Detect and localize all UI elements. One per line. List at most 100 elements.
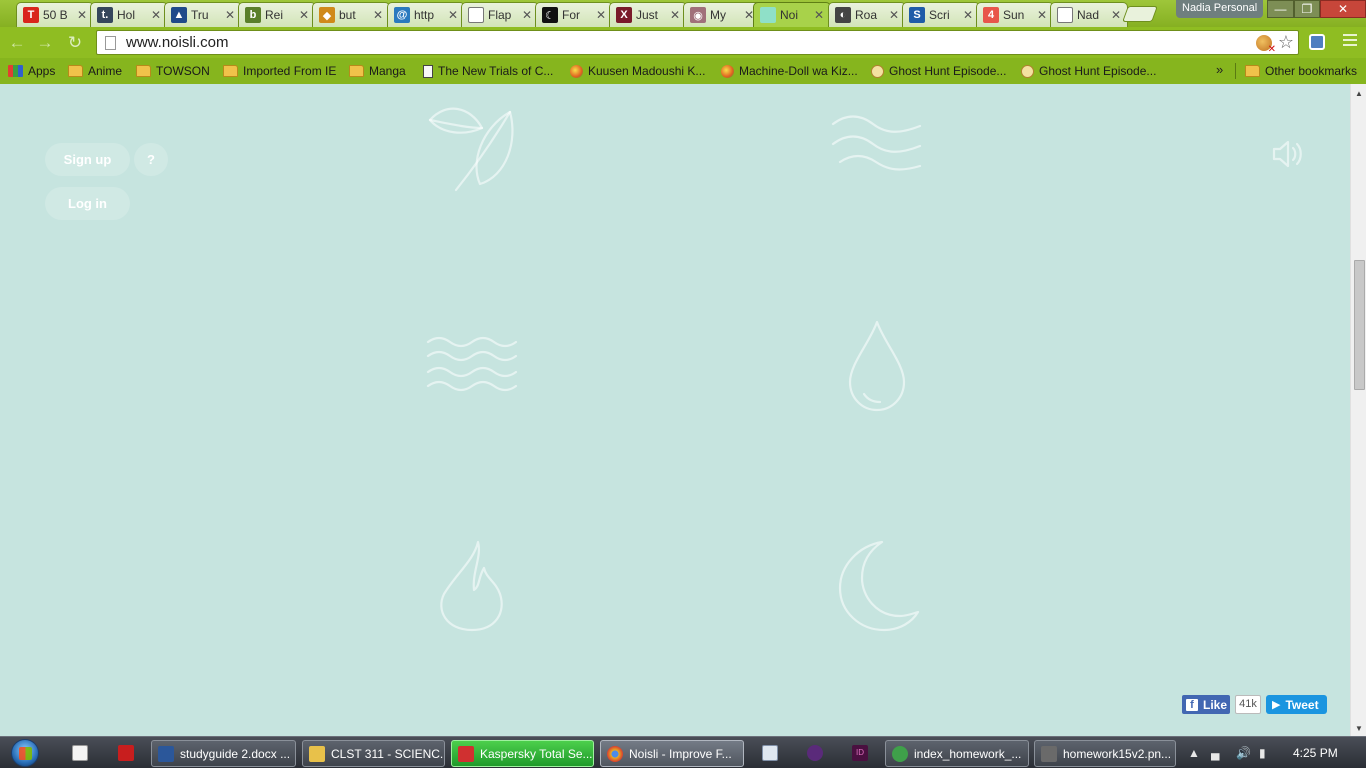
address-bar[interactable]: www.noisli.com ☆	[96, 30, 1299, 55]
volume-icon[interactable]	[1270, 138, 1306, 170]
tab-close-icon[interactable]: ✕	[223, 8, 237, 22]
tab-label: Flap	[488, 8, 512, 22]
tab-favicon-icon	[760, 7, 776, 23]
speaker-icon[interactable]: 🔊	[1236, 746, 1251, 760]
browser-tab[interactable]: ◉ My ✕	[683, 2, 761, 27]
tweet-button[interactable]: ▶ Tweet	[1266, 695, 1327, 714]
taskbar-item-clst[interactable]: CLST 311 - SCIENC...	[302, 740, 445, 767]
browser-tab[interactable]: X Just ✕	[609, 2, 687, 27]
quicklaunch-document-icon[interactable]	[72, 745, 88, 761]
tab-close-icon[interactable]: ✕	[1035, 8, 1049, 22]
moon-icon[interactable]	[832, 536, 926, 636]
browser-tab[interactable]: @ http ✕	[387, 2, 465, 27]
tab-close-icon[interactable]: ✕	[812, 8, 826, 22]
tab-close-icon[interactable]: ✕	[1109, 8, 1123, 22]
acrobat-icon[interactable]	[118, 745, 134, 761]
vertical-scrollbar[interactable]: ▲ ▼	[1350, 84, 1366, 736]
calculator-icon[interactable]	[762, 745, 778, 761]
log-in-button[interactable]: Log in	[45, 187, 130, 220]
site-icon	[570, 64, 583, 78]
tab-close-icon[interactable]: ✕	[668, 8, 682, 22]
browser-tab[interactable]: Nad ✕	[1050, 2, 1128, 27]
task-label: Noisli - Improve F...	[629, 746, 732, 761]
tab-favicon-icon: @	[394, 7, 410, 23]
new-tab-button[interactable]	[1122, 6, 1158, 22]
folder-icon	[223, 65, 238, 77]
back-arrow-icon[interactable]: ←	[7, 33, 27, 53]
like-label: Like	[1203, 697, 1228, 712]
tab-close-icon[interactable]: ✕	[75, 8, 89, 22]
water-drop-icon[interactable]	[842, 318, 912, 414]
bookmark-label: Ghost Hunt Episode...	[1039, 64, 1157, 78]
tab-close-icon[interactable]: ✕	[961, 8, 975, 22]
tab-close-icon[interactable]: ✕	[887, 8, 901, 22]
blocked-extension-icon[interactable]	[1256, 35, 1276, 55]
app-circle-icon[interactable]	[807, 745, 823, 761]
leaf-icon[interactable]	[420, 98, 520, 193]
maximize-button[interactable]: ❐	[1294, 0, 1320, 18]
reload-icon[interactable]: ↻	[65, 33, 85, 53]
taskbar-item-homework15v2[interactable]: homework15v2.pn...	[1034, 740, 1176, 767]
bookmarks-overflow-button[interactable]: »	[1216, 62, 1223, 77]
bookmark-apps[interactable]: Apps	[8, 62, 55, 80]
bookmark-manga[interactable]: Manga	[349, 62, 406, 80]
minimize-button[interactable]: —	[1267, 0, 1294, 18]
twitter-bird-icon: ▶	[1272, 699, 1281, 711]
signal-bars-icon[interactable]: ▄	[1211, 746, 1220, 760]
power-icon[interactable]: ▮	[1259, 746, 1266, 760]
help-button[interactable]: ?	[134, 143, 168, 176]
clock[interactable]: 4:25 PM	[1293, 746, 1338, 760]
tab-close-icon[interactable]: ✕	[149, 8, 163, 22]
scroll-up-arrow-icon[interactable]: ▲	[1355, 89, 1363, 98]
bookmark-other[interactable]: Other bookmarks	[1245, 62, 1357, 80]
bookmark-ghost-hunt-2[interactable]: Ghost Hunt Episode...	[1021, 62, 1156, 80]
forward-arrow-icon[interactable]: →	[35, 33, 55, 53]
tab-close-icon[interactable]: ✕	[371, 8, 385, 22]
paint-icon	[1041, 745, 1057, 762]
browser-tab[interactable]: ▲ Tru ✕	[164, 2, 242, 27]
tab-close-icon[interactable]: ✕	[446, 8, 460, 22]
taskbar-item-kaspersky[interactable]: Kaspersky Total Se...	[451, 740, 594, 767]
indesign-icon[interactable]: ID	[852, 745, 868, 761]
bookmark-label: The New Trials of C...	[438, 64, 554, 78]
browser-tab[interactable]: Noi ✕	[753, 2, 831, 27]
tab-close-icon[interactable]: ✕	[594, 8, 608, 22]
browser-tab[interactable]: 4 Sun ✕	[976, 2, 1054, 27]
task-label: homework15v2.pn...	[1063, 746, 1172, 761]
browser-tab[interactable]: S Scri ✕	[902, 2, 980, 27]
extension-icon[interactable]	[1309, 34, 1325, 50]
browser-tab[interactable]: b Rei ✕	[238, 2, 316, 27]
taskbar-item-noisli[interactable]: Noisli - Improve F...	[600, 740, 744, 767]
start-button[interactable]	[5, 737, 45, 768]
browser-tab[interactable]: t. Hol ✕	[90, 2, 168, 27]
bookmark-star-icon[interactable]: ☆	[1278, 32, 1294, 53]
tab-close-icon[interactable]: ✕	[297, 8, 311, 22]
sign-up-button[interactable]: Sign up	[45, 143, 130, 176]
scroll-thumb[interactable]	[1354, 260, 1365, 390]
tray-expand-icon[interactable]: ▲	[1188, 746, 1200, 760]
scroll-down-arrow-icon[interactable]: ▼	[1355, 724, 1363, 733]
browser-tab[interactable]: ◆ but ✕	[312, 2, 390, 27]
bookmark-anime[interactable]: Anime	[68, 62, 122, 80]
bookmark-machine-doll[interactable]: Machine-Doll wa Kiz...	[721, 62, 858, 80]
bookmark-towson[interactable]: TOWSON	[136, 62, 210, 80]
facebook-like-button[interactable]: f Like	[1182, 695, 1230, 714]
wind-icon[interactable]	[828, 112, 928, 182]
browser-tab[interactable]: ☾ For ✕	[535, 2, 613, 27]
tab-close-icon[interactable]: ✕	[520, 8, 534, 22]
bookmark-new-trials[interactable]: The New Trials of C...	[423, 62, 553, 80]
taskbar-item-studyguide[interactable]: studyguide 2.docx ...	[151, 740, 296, 767]
bookmark-ghost-hunt-1[interactable]: Ghost Hunt Episode...	[871, 62, 1006, 80]
water-waves-icon[interactable]	[422, 336, 522, 396]
browser-tab[interactable]: T 50 B ✕	[16, 2, 94, 27]
url-text[interactable]: www.noisli.com	[126, 34, 229, 51]
bookmark-imported-from-ie[interactable]: Imported From IE	[223, 62, 336, 80]
taskbar-item-index-homework[interactable]: index_homework_...	[885, 740, 1029, 767]
profile-badge[interactable]: Nadia Personal	[1176, 0, 1264, 18]
close-window-button[interactable]: ✕	[1320, 0, 1366, 18]
browser-tab[interactable]: ◐ Roa ✕	[828, 2, 906, 27]
browser-tab[interactable]: Flap ✕	[461, 2, 539, 27]
menu-icon[interactable]	[1343, 34, 1357, 48]
fire-icon[interactable]	[434, 538, 514, 634]
bookmark-kuusen-madoushi[interactable]: Kuusen Madoushi K...	[570, 62, 705, 80]
